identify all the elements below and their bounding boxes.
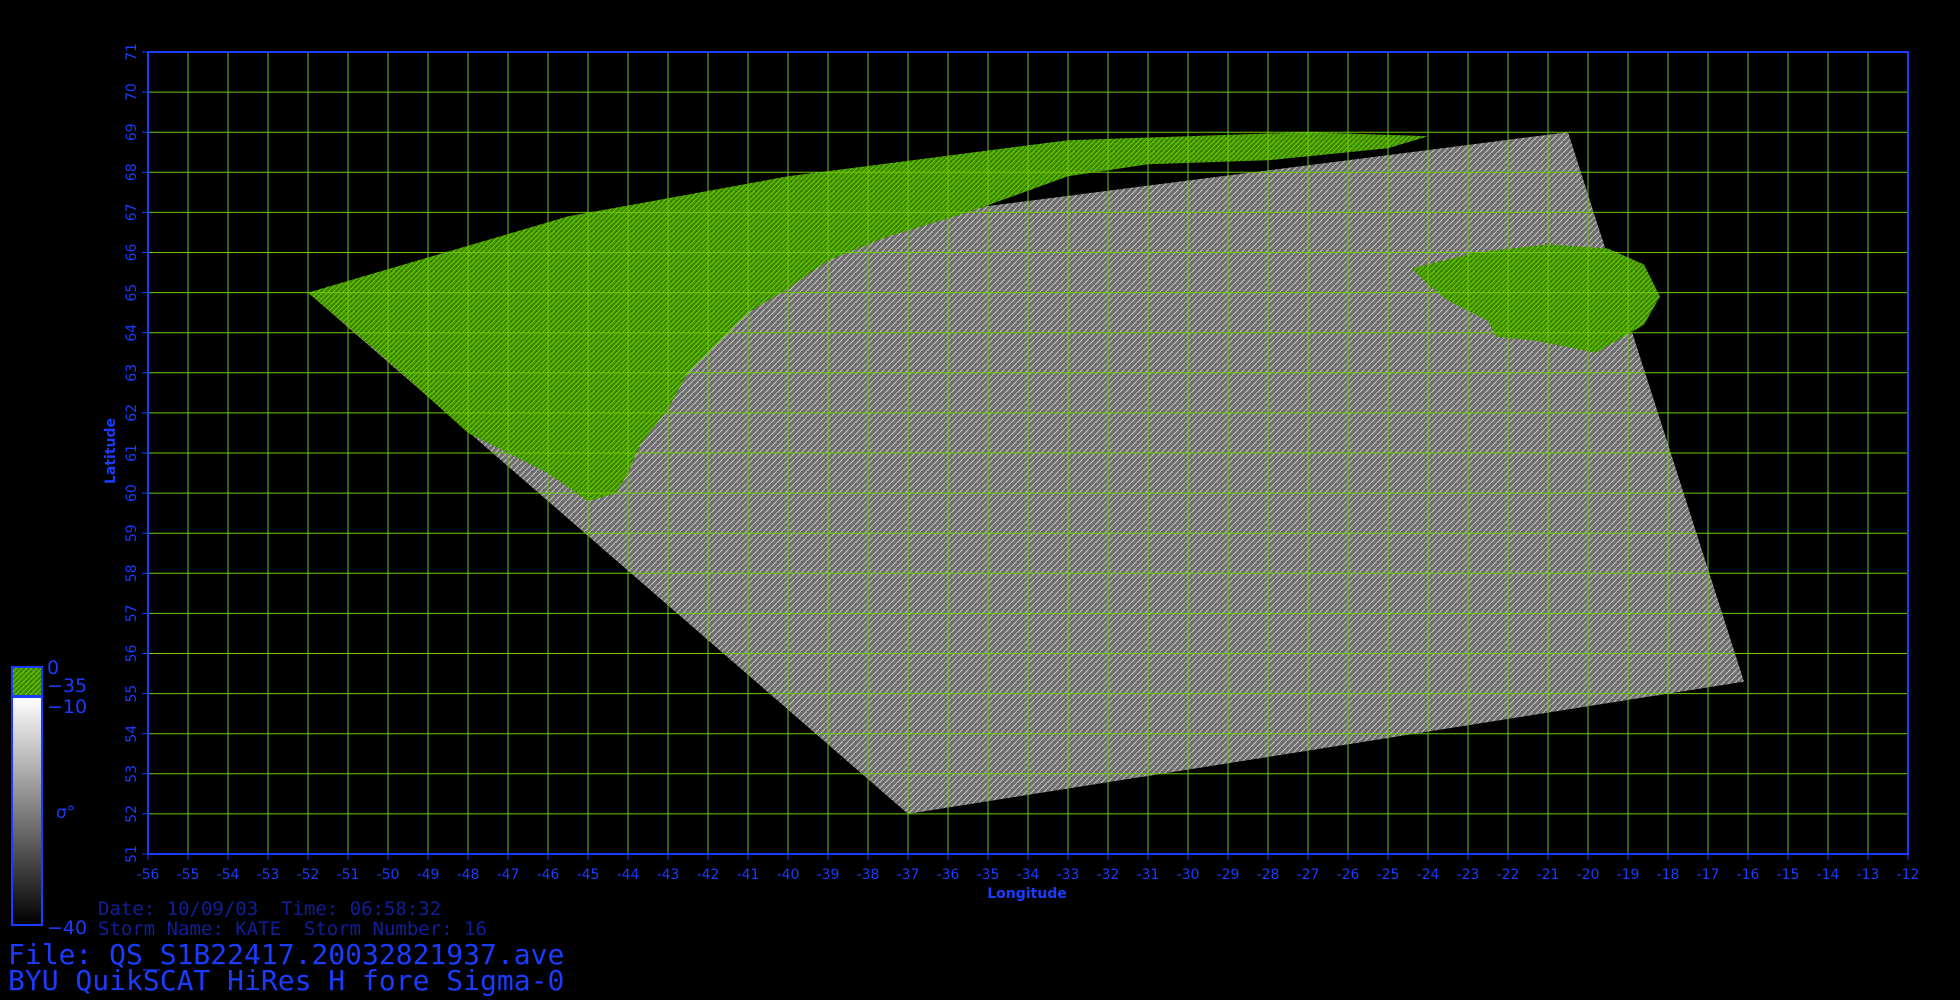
x-tick-label: -32 [1097,867,1120,883]
y-tick-label: 52 [124,805,140,823]
y-tick-label: 51 [124,845,140,863]
y-tick-label: 53 [124,765,140,783]
y-tick-label: 60 [124,484,140,502]
swath-layer [308,132,1744,814]
x-tick-label: -55 [177,867,200,883]
y-axis-label: Latitude [103,418,119,484]
x-tick-label: -42 [697,867,720,883]
x-tick-label: -17 [1697,867,1720,883]
x-tick-label: -50 [377,867,400,883]
y-tick-labels: 51 52 53 54 55 56 57 58 59 60 61 62 63 64 65 66 67 68 69 70… [124,43,140,863]
y-tick-label: 65 [124,284,140,302]
colorbar-unit-label: σ° [56,803,75,823]
x-tick-label: -15 [1777,867,1800,883]
colorbar: 0 −35 −10 −40 σ° [11,657,87,939]
x-tick-label: -27 [1297,867,1320,883]
x-tick-label: -24 [1417,867,1440,883]
colorbar-land-segment [11,666,43,697]
x-tick-label: -47 [497,867,520,883]
y-tick-label: 55 [124,685,140,703]
y-tick-label: 67 [124,203,140,221]
storm-info-text: Storm Name: KATE Storm Number: 16 [98,918,487,940]
x-tick-label: -18 [1657,867,1680,883]
x-tick-label: -21 [1537,867,1560,883]
x-tick-label: -46 [537,867,560,883]
x-tick-label: -33 [1057,867,1080,883]
y-tick-label: 66 [124,244,140,262]
x-tick-label: -34 [1017,867,1040,883]
x-tick-label: -45 [577,867,600,883]
x-tick-label: -52 [297,867,320,883]
x-tick-label: -30 [1177,867,1200,883]
x-tick-label: -51 [337,867,360,883]
x-tick-label: -29 [1217,867,1240,883]
x-tick-labels: -56 -55 -54 -53 -52 -51 -50 -49 -48 -47 -46 -45 -44 -… [137,867,1920,883]
x-tick-label: -39 [817,867,840,883]
x-tick-label: -37 [897,867,920,883]
y-tick-label: 59 [124,524,140,542]
y-tick-label: 68 [124,163,140,181]
y-tick-label: 54 [124,725,140,743]
x-tick-label: -20 [1577,867,1600,883]
x-axis-label: Longitude [987,886,1067,902]
colorbar-tick-label: −40 [47,917,87,939]
x-tick-label: -31 [1137,867,1160,883]
product-title-text: BYU QuikSCAT HiRes H fore Sigma-0 [8,964,565,997]
x-tick-label: -13 [1857,867,1880,883]
y-tick-label: 56 [124,645,140,663]
x-tick-label: -40 [777,867,800,883]
y-tick-label: 64 [124,324,140,342]
x-tick-label: -56 [137,867,160,883]
x-tick-label: -36 [937,867,960,883]
y-tick-label: 63 [124,364,140,382]
y-tick-label: 58 [124,564,140,582]
y-tick-label: 61 [124,444,140,462]
x-tick-label: -43 [657,867,680,883]
x-tick-label: -25 [1377,867,1400,883]
y-tick-label: 57 [124,604,140,622]
x-tick-label: -28 [1257,867,1280,883]
x-tick-label: -48 [457,867,480,883]
x-tick-label: -53 [257,867,280,883]
x-tick-label: -16 [1737,867,1760,883]
x-tick-label: -23 [1457,867,1480,883]
x-tick-label: -54 [217,867,240,883]
sigma0-map-chart: -56 -55 -54 -53 -52 -51 -50 -49 -48 -47 -46 -45 -44 -… [11,43,1920,939]
x-tick-label: -38 [857,867,880,883]
x-tick-label: -41 [737,867,760,883]
date-time-text: Date: 10/09/03 Time: 06:58:32 [98,898,442,920]
y-tick-label: 62 [124,404,140,422]
y-tick-label: 70 [124,83,140,101]
x-tick-label: -14 [1817,867,1840,883]
x-tick-label: -26 [1337,867,1360,883]
x-tick-label: -19 [1617,867,1640,883]
x-tick-label: -35 [977,867,1000,883]
x-tick-label: -12 [1897,867,1920,883]
y-tick-label: 71 [124,43,140,61]
x-tick-label: -22 [1497,867,1520,883]
x-tick-label: -49 [417,867,440,883]
colorbar-tick-label: −35 [47,675,87,697]
colorbar-tick-label: −10 [47,696,87,718]
grid-layer [147,51,1909,855]
colorbar-sigma-gradient [11,696,43,926]
x-tick-label: -44 [617,867,640,883]
y-tick-label: 69 [124,123,140,141]
